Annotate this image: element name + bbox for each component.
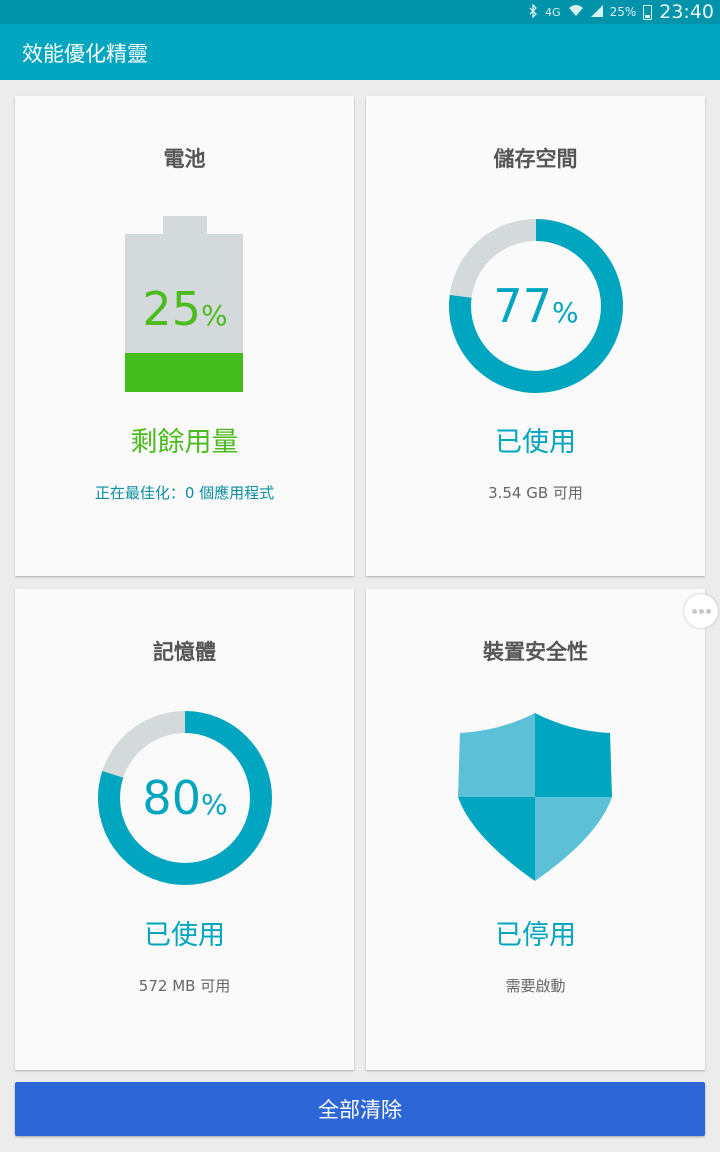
battery-percent: 25%: [609, 5, 637, 19]
battery-percent-value: 25: [142, 282, 201, 336]
shield-icon: [458, 713, 612, 883]
clock: 23:40: [659, 1, 714, 23]
app-bar: 效能優化精靈: [0, 24, 720, 80]
storage-card[interactable]: 儲存空間 77% 已使用 3.54 GB 可用: [366, 96, 705, 576]
memory-detail: 572 MB 可用: [138, 977, 231, 995]
network-type: 4G: [545, 5, 561, 19]
battery-icon: [643, 4, 653, 20]
memory-card-title: 記憶體: [153, 640, 216, 664]
storage-detail: 3.54 GB 可用: [488, 484, 583, 502]
dot: [691, 608, 697, 614]
status-bar: 4G 25% 23:40: [0, 0, 720, 24]
status-icons: 4G 25% 23:40: [529, 0, 714, 24]
memory-status: 已使用: [144, 920, 225, 951]
dot: [698, 608, 704, 614]
storage-percent-sign: %: [551, 296, 579, 329]
app-title: 效能優化精靈: [22, 42, 148, 66]
security-card-title: 裝置安全性: [483, 640, 588, 664]
memory-ring: 80%: [96, 709, 274, 887]
memory-percent-value: 80: [142, 771, 201, 825]
storage-percent-display: 77%: [447, 283, 625, 329]
battery-detail: 正在最佳化：0 個應用程式: [94, 484, 275, 502]
storage-ring: 77%: [447, 217, 625, 395]
battery-fill: [125, 352, 243, 392]
security-status: 已停用: [495, 920, 576, 951]
memory-percent-display: 80%: [96, 775, 274, 821]
battery-level-icon: 25%: [125, 216, 245, 394]
bluetooth-icon: [529, 2, 538, 21]
dot: [705, 608, 711, 614]
clear-all-button[interactable]: 全部清除: [15, 1082, 705, 1136]
storage-percent-value: 77: [493, 279, 552, 333]
storage-status: 已使用: [495, 427, 576, 458]
battery-percent-display: 25%: [125, 286, 245, 332]
security-detail: 需要啟動: [505, 977, 566, 995]
memory-card[interactable]: 記憶體 80% 已使用 572 MB 可用: [15, 589, 354, 1070]
battery-cap: [163, 216, 207, 234]
signal-icon: [590, 4, 603, 20]
storage-card-title: 儲存空間: [493, 147, 578, 171]
battery-status: 剩餘用量: [130, 427, 239, 458]
battery-card[interactable]: 電池 25% 剩餘用量 正在最佳化：0 個應用程式: [15, 96, 354, 576]
battery-card-title: 電池: [163, 147, 206, 171]
security-card[interactable]: 裝置安全性 已停用 需要啟動: [366, 589, 705, 1070]
more-options-icon[interactable]: [684, 594, 718, 628]
battery-percent-sign: %: [200, 299, 228, 332]
memory-percent-sign: %: [200, 788, 228, 821]
wifi-icon: [568, 4, 584, 20]
